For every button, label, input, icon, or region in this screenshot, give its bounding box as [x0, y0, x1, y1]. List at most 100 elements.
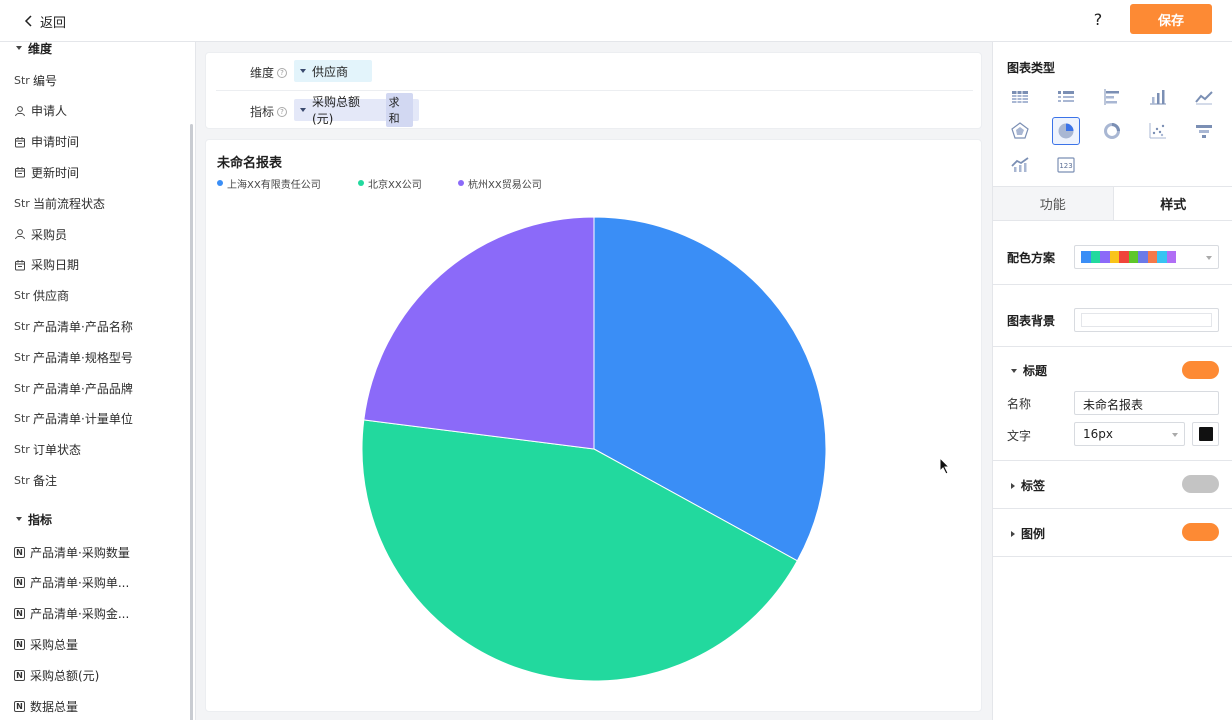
bar-vertical-icon	[1150, 90, 1166, 105]
query-config: 维度 ? 供应商 指标 ? 采购总额(元) 求和	[205, 52, 982, 129]
dimension-chip-label: 供应商	[312, 64, 349, 79]
field-item[interactable]: Str 产品清单·产品名称	[14, 317, 133, 335]
dimension-group-toggle[interactable]: 维度	[16, 42, 52, 56]
field-item[interactable]: Str 订单状态	[14, 441, 81, 459]
label-toggle[interactable]	[1182, 475, 1219, 493]
field-label: 采购日期	[31, 258, 80, 273]
field-label: 申请时间	[31, 135, 80, 150]
color-swatch	[1147, 251, 1157, 263]
caret-down-icon	[1011, 368, 1017, 373]
calendar-icon	[14, 136, 26, 148]
string-type-icon: Str	[14, 319, 30, 333]
field-panel-scrollbar[interactable]	[190, 124, 193, 720]
help-icon[interactable]: ?	[1090, 10, 1106, 30]
chart-type-radar[interactable]	[1006, 117, 1034, 145]
help-circle-icon[interactable]: ?	[277, 106, 288, 117]
chart-type-list[interactable]	[1052, 83, 1080, 111]
field-item[interactable]: 采购员	[14, 225, 67, 243]
font-size-select[interactable]: 16px	[1074, 422, 1185, 446]
field-item[interactable]: 申请人	[14, 102, 67, 120]
dimension-group-title: 维度	[28, 42, 53, 56]
field-label: 产品清单·采购数量	[30, 545, 130, 560]
string-type-icon: Str	[14, 381, 30, 395]
field-item[interactable]: Str 备注	[14, 471, 57, 489]
chart-type-donut[interactable]	[1098, 117, 1126, 145]
field-item[interactable]: Str 当前流程状态	[14, 194, 105, 212]
chart-type-bar-vertical[interactable]	[1144, 83, 1172, 111]
caret-down-icon	[16, 46, 22, 50]
select-arrow-icon	[1206, 256, 1212, 260]
field-item[interactable]: Str 产品清单·产品品牌	[14, 379, 133, 397]
tab-style[interactable]: 样式	[1113, 187, 1232, 220]
chart-type-scatter[interactable]	[1144, 117, 1172, 145]
chart-type-title: 图表类型	[1007, 61, 1056, 75]
field-label: 当前流程状态	[33, 196, 106, 211]
chart-type-funnel[interactable]	[1190, 117, 1218, 145]
number-type-icon: N	[14, 669, 25, 681]
color-swatch	[1081, 251, 1091, 263]
measure-group-title: 指标	[28, 512, 53, 527]
chart-type-line-chart[interactable]	[1190, 83, 1218, 111]
help-circle-icon[interactable]: ?	[277, 67, 288, 78]
color-swatch	[1119, 251, 1129, 263]
field-item[interactable]: 采购日期	[14, 256, 79, 274]
title-toggle[interactable]	[1182, 361, 1219, 379]
dimension-chip[interactable]: 供应商	[294, 60, 372, 82]
field-item[interactable]: N 数据总量	[14, 697, 78, 715]
divider	[993, 460, 1232, 461]
color-scheme-select[interactable]	[1074, 245, 1219, 269]
field-label: 数据总量	[30, 699, 79, 714]
tab-function[interactable]: 功能	[993, 187, 1114, 220]
field-label: 产品清单·采购金...	[30, 607, 130, 622]
field-label: 采购总量	[30, 637, 79, 652]
field-label: 产品清单·规格型号	[33, 350, 133, 365]
field-item[interactable]: 申请时间	[14, 133, 79, 151]
legend-section-toggle[interactable]: 图例	[1011, 525, 1045, 542]
field-item[interactable]: Str 产品清单·规格型号	[14, 348, 133, 366]
measure-group-toggle[interactable]: 指标	[16, 511, 52, 527]
chart-type-bar-horizontal[interactable]	[1098, 83, 1126, 111]
table-icon	[1012, 91, 1028, 103]
label-section-toggle[interactable]: 标签	[1011, 477, 1045, 494]
field-label: 采购员	[31, 227, 68, 242]
field-item[interactable]: Str 供应商	[14, 287, 69, 305]
chart-bg-color-input[interactable]	[1074, 308, 1219, 332]
field-item[interactable]: N 采购总额(元)	[14, 666, 99, 684]
field-item[interactable]: Str 编号	[14, 71, 57, 89]
string-type-icon: Str	[14, 350, 30, 364]
font-size-value: 16px	[1083, 427, 1113, 441]
title-section-toggle[interactable]: 标题	[1011, 362, 1047, 379]
chart-type-pie[interactable]	[1052, 117, 1080, 145]
text-color-picker[interactable]	[1192, 422, 1219, 446]
field-label: 编号	[33, 73, 58, 88]
divider	[993, 284, 1232, 285]
number-type-icon: N	[14, 638, 25, 650]
calendar-icon	[14, 259, 26, 271]
field-item[interactable]: N 产品清单·采购数量	[14, 543, 130, 561]
measure-chip-label: 采购总额(元)	[312, 95, 361, 126]
chart-type-table[interactable]	[1006, 83, 1034, 111]
field-item[interactable]: N 产品清单·采购金...	[14, 605, 129, 623]
measure-chip[interactable]: 采购总额(元) 求和	[294, 93, 419, 127]
field-item[interactable]: Str 产品清单·计量单位	[14, 410, 133, 428]
field-label: 供应商	[33, 289, 70, 304]
title-name-input[interactable]: 未命名报表	[1074, 391, 1219, 415]
list-icon	[1058, 91, 1074, 102]
label-section-label: 标签	[1021, 479, 1046, 493]
chart-type-indicator[interactable]: 123	[1052, 151, 1080, 179]
field-item[interactable]: N 采购总量	[14, 635, 78, 653]
field-item[interactable]: N 产品清单·采购单...	[14, 574, 129, 592]
radar-icon	[1011, 122, 1029, 139]
chart-type-combo[interactable]	[1006, 151, 1034, 179]
pie-icon	[1058, 123, 1074, 139]
save-button[interactable]: 保存	[1130, 4, 1212, 34]
legend-section-label: 图例	[1021, 527, 1046, 541]
donut-icon	[1104, 123, 1120, 139]
legend-toggle[interactable]	[1182, 523, 1219, 541]
back-button[interactable]: 返回	[24, 11, 66, 31]
chart-workspace: 维度 ? 供应商 指标 ? 采购总额(元) 求和 未命名报表 上海XX有限责任公…	[196, 42, 992, 720]
top-bar: 返回 ? 保存	[0, 0, 1232, 42]
field-item[interactable]: 更新时间	[14, 163, 79, 181]
calendar-icon	[14, 166, 26, 178]
pie-slice[interactable]	[363, 216, 595, 450]
